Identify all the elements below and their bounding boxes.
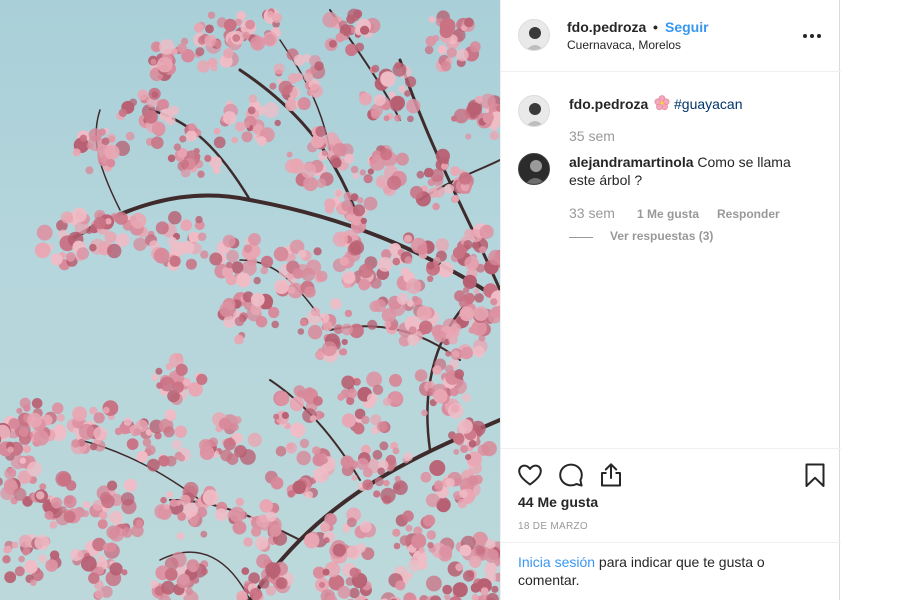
reply-button[interactable]: Responder [717,207,780,221]
heart-icon[interactable] [516,461,544,489]
pink-tree-photo [0,8,500,600]
login-prompt: Inicia sesión para indicar que te gusta … [501,542,841,600]
author-avatar[interactable] [518,19,550,51]
post-date[interactable]: 18 DE MARZO [518,521,588,532]
post-photo[interactable] [0,0,500,600]
comment-timestamp[interactable]: 33 sem [569,205,615,221]
caption-timestamp[interactable]: 35 sem [569,128,615,144]
post-sidebar: fdo.pedroza • Seguir Cuernavaca, Morelos… [500,0,841,600]
post-actions: 44 Me gusta 18 DE MARZO [501,448,841,542]
comment-likes[interactable]: 1 Me gusta [637,207,699,221]
page-background [841,0,900,600]
view-replies-button[interactable]: Ver respuestas (3) [610,229,713,243]
follow-button[interactable]: Seguir [665,19,709,35]
commenter-avatar[interactable] [518,153,550,185]
share-icon[interactable] [597,461,625,489]
commenter-username[interactable]: alejandramartinola [569,154,694,170]
caption-hashtag[interactable]: #guayacan [674,96,743,112]
post-location[interactable]: Cuernavaca, Morelos [567,38,681,52]
replies-divider [569,237,593,238]
login-link[interactable]: Inicia sesión [518,554,595,570]
author-username[interactable]: fdo.pedroza [567,19,646,35]
comment-icon[interactable] [557,461,585,489]
instagram-post: fdo.pedroza • Seguir Cuernavaca, Morelos… [0,0,841,600]
login-prompt-text: Inicia sesión para indicar que te gusta … [518,553,818,589]
more-options-icon[interactable] [801,24,829,46]
post-header: fdo.pedroza • Seguir Cuernavaca, Morelos [501,0,841,72]
comment-body: alejandramartinola Como se llama este ár… [569,153,819,189]
likes-count[interactable]: 44 Me gusta [518,494,598,510]
separator-dot: • [653,19,658,35]
bookmark-icon[interactable] [801,461,829,489]
cherry-blossom-icon [654,95,670,111]
caption-username[interactable]: fdo.pedroza [569,96,648,112]
caption-avatar[interactable] [518,95,550,127]
